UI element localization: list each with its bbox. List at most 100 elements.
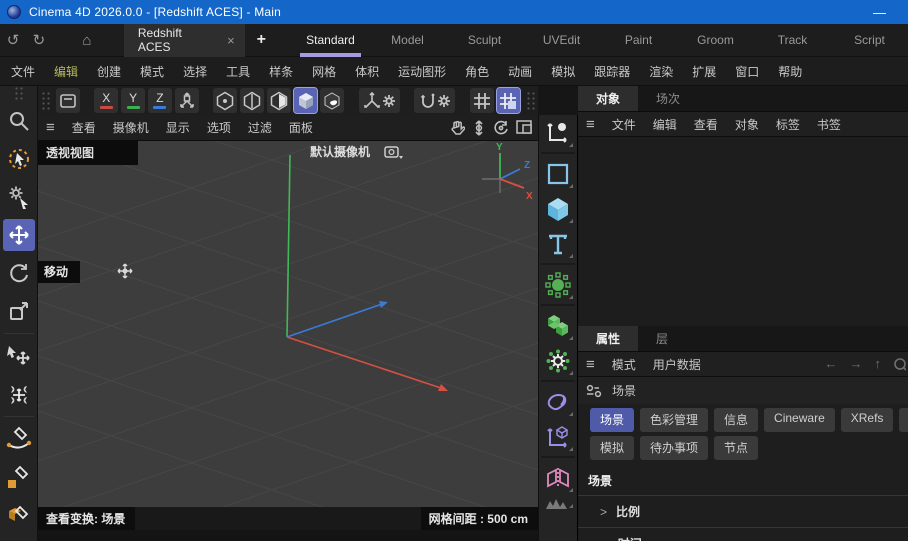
group-scale[interactable]: > 比例 [578,496,908,528]
menu-file[interactable]: 文件 [11,63,35,80]
soft-selection-move-button[interactable] [3,378,35,410]
object-list-empty[interactable] [578,137,908,326]
deformer-button[interactable] [541,385,575,418]
menu-window[interactable]: 窗口 [735,63,759,80]
layout-tab-track[interactable]: Track [754,24,831,57]
cat-tab-simulation[interactable]: 模拟 [590,436,634,460]
spline-tools-button[interactable] [541,116,575,149]
cat-tab-scene[interactable]: 场景 [590,408,634,432]
home-button[interactable]: ⌂ [74,32,100,49]
menu-extensions[interactable]: 扩展 [692,63,716,80]
collapse-arrow-icon[interactable]: > [600,505,607,519]
camera-label-wrap[interactable]: 默认摄像机 [310,143,403,160]
cat-tab-info[interactable]: 信息 [714,408,758,432]
add-tab-button[interactable]: + [257,31,266,49]
rotate-tool-button[interactable] [3,257,35,289]
layout-tab-groom[interactable]: Groom [677,24,754,57]
layout-tab-paint[interactable]: Paint [600,24,677,57]
simulation-button[interactable] [541,344,575,377]
om-menu-tags[interactable]: 标签 [776,116,800,133]
cat-tab-todo[interactable]: 待办事项 [640,436,708,460]
menu-edit[interactable]: 编辑 [54,63,78,80]
vp-menu-panel[interactable]: 面板 [289,119,313,136]
view-name-label[interactable]: 透视视图 [38,141,138,165]
symmetry-button[interactable] [541,461,575,494]
layout-tab-standard[interactable]: Standard [292,24,369,57]
menu-simulate[interactable]: 模拟 [551,63,575,80]
viewport-canvas[interactable]: Y Z X [38,141,538,507]
om-menu-objects[interactable]: 对象 [735,116,759,133]
tab-attributes[interactable]: 属性 [578,326,638,351]
search-icon[interactable] [893,357,906,372]
menu-tracker[interactable]: 跟踪器 [594,63,630,80]
make-editable-button[interactable] [56,88,80,113]
vp-menu-display[interactable]: 显示 [166,119,190,136]
model-mode-button[interactable] [294,88,318,113]
edges-mode-button[interactable] [240,88,264,113]
tool-settings-button[interactable] [3,181,35,213]
scale-tool-button[interactable] [3,295,35,327]
history-forward-icon[interactable]: → [850,356,863,372]
vp-menu-filter[interactable]: 过滤 [248,119,272,136]
om-menu-view[interactable]: 查看 [694,116,718,133]
menu-help[interactable]: 帮助 [778,63,802,80]
live-selection-button[interactable] [3,143,35,175]
om-menu-icon[interactable]: ≡ [586,116,595,133]
am-menu-mode[interactable]: 模式 [612,356,636,373]
undo-button[interactable]: ↺ [0,31,26,49]
group-time[interactable]: ∨ 时间 [578,528,908,541]
tab-objects[interactable]: 对象 [578,86,638,111]
om-menu-file[interactable]: 文件 [612,116,636,133]
layout-tab-uvedit[interactable]: UVEdit [523,24,600,57]
menu-animate[interactable]: 动画 [508,63,532,80]
menu-render[interactable]: 渲染 [649,63,673,80]
volume-builder-button[interactable] [541,309,575,342]
toggle-panel-icon[interactable] [516,120,532,136]
cat-tab-nodes[interactable]: 节点 [714,436,758,460]
points-mode-button[interactable] [213,88,237,113]
lock-z-button[interactable]: Z [148,88,172,113]
orbit-view-icon[interactable] [493,120,509,136]
am-menu-icon[interactable]: ≡ [586,356,595,373]
pan-view-icon[interactable] [449,120,465,136]
rectangle-spline-button[interactable] [541,157,575,190]
vp-menu-options[interactable]: 选项 [207,119,231,136]
cube-primitive-button[interactable] [541,192,575,225]
cat-tab-cineware[interactable]: Cineware [764,408,835,432]
snap-enable-button[interactable] [497,88,521,113]
toolbar-drag-handle[interactable] [41,91,50,111]
cat-tab-color-management[interactable]: 色彩管理 [640,408,708,432]
om-menu-edit[interactable]: 编辑 [653,116,677,133]
toolbar-drag-handle-2[interactable] [526,91,535,111]
menu-volume[interactable]: 体积 [355,63,379,80]
layout-tab-sculpt[interactable]: Sculpt [446,24,523,57]
workplane-grid-button[interactable] [470,88,494,113]
layout-tab-script[interactable]: Script [831,24,908,57]
dolly-view-icon[interactable] [472,120,486,136]
menu-character[interactable]: 角色 [465,63,489,80]
menu-select[interactable]: 选择 [183,63,207,80]
spline-pen-button[interactable] [3,423,35,455]
text-primitive-button[interactable] [541,227,575,260]
redo-button[interactable]: ↻ [26,31,52,49]
find-tool-button[interactable] [3,105,35,137]
om-menu-bookmarks[interactable]: 书签 [817,116,841,133]
tab-takes[interactable]: 场次 [638,86,698,111]
cat-tab-xrefs[interactable]: XRefs [841,408,894,432]
tweak-mode-button[interactable] [3,340,35,372]
viewport-menu-icon[interactable]: ≡ [46,119,55,136]
texture-mode-button[interactable] [320,88,344,113]
parent-up-icon[interactable]: ↑ [875,356,882,372]
document-tab[interactable]: Redshift ACES × [124,24,245,57]
view-transform-label[interactable]: 查看变换: 场景 [38,507,135,531]
menu-create[interactable]: 创建 [97,63,121,80]
rotation-snap-button[interactable] [414,88,455,113]
null-axis-button[interactable] [541,420,575,453]
cat-tab-animation[interactable]: 动画 [899,408,908,432]
menu-tools[interactable]: 工具 [226,63,250,80]
vp-menu-cameras[interactable]: 摄像机 [113,119,149,136]
expand-arrow-icon[interactable]: ∨ [600,537,609,541]
layout-tab-model[interactable]: Model [369,24,446,57]
generator-button[interactable] [541,268,575,301]
close-icon[interactable]: × [227,33,235,48]
